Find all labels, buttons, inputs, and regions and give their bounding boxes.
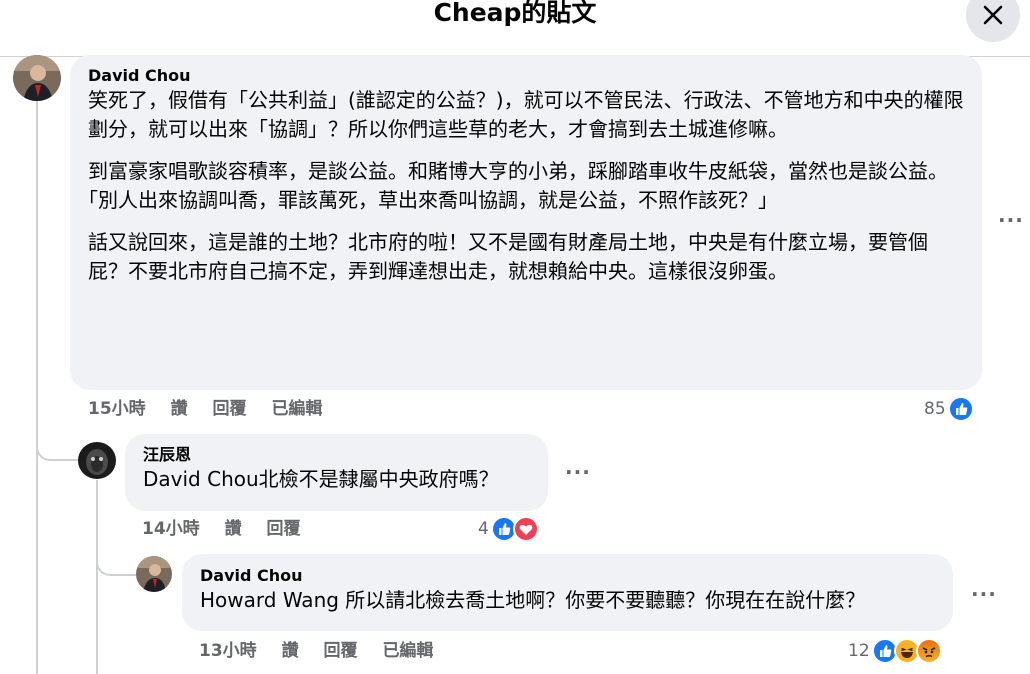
- close-icon: [983, 5, 1003, 25]
- avatar[interactable]: [136, 556, 172, 592]
- dialog-title: Cheap的貼文: [433, 0, 597, 27]
- timestamp[interactable]: 14小時: [142, 519, 200, 539]
- like-icon: [947, 396, 974, 422]
- comment-actions: 13小時 讚 回覆 已編輯: [199, 640, 452, 662]
- comment-paragraph: 笑死了，假借有「公共利益」(誰認定的公益？)，就可以不管民法、行政法、不管地方和…: [88, 88, 964, 141]
- comment-actions: 15小時 讚 回覆 已編輯: [88, 398, 341, 420]
- timestamp[interactable]: 15小時: [88, 399, 146, 419]
- thread-line-reply: [96, 480, 98, 674]
- reaction-summary[interactable]: 12: [848, 638, 942, 664]
- reaction-summary[interactable]: 4: [478, 516, 539, 542]
- like-button[interactable]: 讚: [225, 519, 242, 539]
- more-options-button[interactable]: ···: [565, 462, 591, 482]
- comment-paragraph: 到富豪家唱歌談容積率，是談公益。和賭博大亨的小弟，踩腳踏車收牛皮紙袋，當然也是談…: [88, 159, 948, 212]
- avatar[interactable]: [13, 55, 61, 101]
- avatar[interactable]: [78, 442, 116, 479]
- edited-label: 已編輯: [382, 641, 434, 661]
- thread-connector-reply-2: [96, 540, 136, 576]
- comment-author[interactable]: 汪辰恩: [143, 445, 530, 465]
- comment-text: David Chou北檢不是隸屬中央政府嗎？: [143, 467, 499, 491]
- reply-button[interactable]: 回覆: [267, 519, 301, 539]
- reaction-summary[interactable]: 85: [924, 396, 974, 422]
- angry-icon: [915, 638, 942, 664]
- close-button[interactable]: [966, 0, 1020, 42]
- comment-author[interactable]: David Chou: [88, 66, 964, 86]
- comment-paragraph: 話又說回來，這是誰的土地？北市府的啦！又不是國有財產局土地，中央是有什麼立場，要…: [88, 230, 928, 283]
- post-dialog-header: Cheap的貼文: [0, 0, 1030, 57]
- comment-bubble: David Chou Howard Wang 所以請北檢去喬土地啊？你要不要聽聽…: [182, 554, 953, 631]
- reaction-count: 12: [848, 641, 870, 661]
- comment-actions: 14小時 讚 回覆: [142, 518, 320, 540]
- comment-text: Howard Wang 所以請北檢去喬土地啊？你要不要聽聽？你現在在說什麼？: [200, 588, 866, 612]
- timestamp[interactable]: 13小時: [199, 641, 257, 661]
- edited-label: 已編輯: [271, 399, 323, 419]
- thread-connector-reply-1: [36, 420, 80, 461]
- reaction-count: 4: [478, 519, 489, 539]
- comment-bubble: 汪辰恩 David Chou北檢不是隸屬中央政府嗎？: [125, 434, 548, 511]
- comment-bubble: David Chou 笑死了，假借有「公共利益」(誰認定的公益？)，就可以不管民…: [70, 55, 982, 390]
- thread-line-main: [36, 100, 38, 674]
- reply-button[interactable]: 回覆: [213, 399, 247, 419]
- reaction-count: 85: [924, 399, 946, 419]
- like-button[interactable]: 讚: [171, 399, 188, 419]
- like-button[interactable]: 讚: [282, 641, 299, 661]
- love-icon: [512, 516, 539, 542]
- more-options-button[interactable]: ···: [998, 210, 1024, 230]
- more-options-button[interactable]: ···: [971, 584, 997, 604]
- comment-text: 笑死了，假借有「公共利益」(誰認定的公益？)，就可以不管民法、行政法、不管地方和…: [88, 86, 964, 286]
- comment-author[interactable]: David Chou: [200, 566, 935, 586]
- reply-button[interactable]: 回覆: [324, 641, 358, 661]
